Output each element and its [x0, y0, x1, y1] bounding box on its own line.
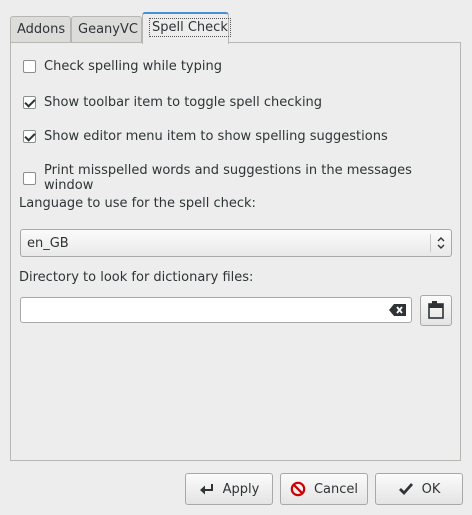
directory-label: Directory to look for dictionary files: [19, 270, 254, 285]
cancel-button-label: Cancel [313, 481, 359, 497]
checkmark-icon [398, 483, 413, 496]
print-misspelled-label: Print misspelled words and suggestions i… [44, 163, 412, 193]
check-while-typing-checkbox[interactable] [23, 60, 36, 73]
tab-geanyvc-label: GeanyVC [78, 22, 138, 37]
open-folder-icon [428, 301, 444, 319]
spell-check-panel: Check spelling while typing Show toolbar… [10, 42, 461, 461]
tab-spell-check[interactable]: Spell Check [142, 12, 231, 44]
updown-arrows-icon [437, 237, 445, 249]
check-while-typing-label: Check spelling while typing [44, 59, 222, 74]
tab-addons[interactable]: Addons [10, 16, 71, 43]
print-misspelled-option[interactable]: Print misspelled words and suggestions i… [23, 163, 460, 193]
apply-arrow-icon [199, 484, 213, 495]
browse-folder-button[interactable] [420, 295, 452, 326]
ok-button[interactable]: OK [375, 473, 463, 505]
language-label: Language to use for the spell check: [19, 196, 256, 211]
toolbar-item-checkbox[interactable] [23, 96, 36, 109]
apply-button-label: Apply [222, 481, 260, 497]
cancel-icon [290, 481, 306, 497]
ok-button-label: OK [421, 481, 441, 497]
directory-field[interactable] [20, 297, 412, 323]
toolbar-item-option[interactable]: Show toolbar item to toggle spell checki… [23, 95, 322, 110]
directory-input[interactable] [21, 298, 381, 322]
language-selected-value: en_GB [27, 235, 69, 251]
tab-spell-check-label: Spell Check [149, 18, 231, 37]
check-while-typing-option[interactable]: Check spelling while typing [23, 59, 222, 74]
clear-text-icon[interactable] [389, 303, 407, 317]
language-select[interactable]: en_GB [20, 229, 452, 257]
apply-button[interactable]: Apply [185, 473, 273, 505]
print-misspelled-checkbox[interactable] [23, 171, 36, 185]
toolbar-item-label: Show toolbar item to toggle spell checki… [44, 95, 323, 110]
editor-menu-item-label: Show editor menu item to show spelling s… [44, 129, 388, 144]
editor-menu-item-checkbox[interactable] [23, 130, 36, 143]
tab-addons-label: Addons [17, 22, 66, 37]
combo-separator [430, 234, 431, 252]
editor-menu-item-option[interactable]: Show editor menu item to show spelling s… [23, 129, 388, 144]
cancel-button[interactable]: Cancel [280, 473, 368, 505]
tab-geanyvc[interactable]: GeanyVC [71, 16, 142, 43]
